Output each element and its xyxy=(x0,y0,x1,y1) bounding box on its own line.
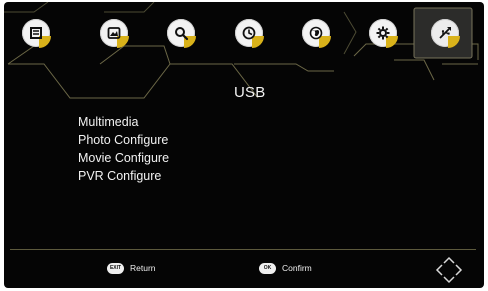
footer-divider xyxy=(10,249,476,250)
confirm-label: Confirm xyxy=(282,263,312,273)
tv-screen: USB Multimedia Photo Configure Movie Con… xyxy=(4,2,484,288)
exit-key-icon: EXIT xyxy=(107,262,124,274)
channel-list-icon[interactable] xyxy=(22,19,51,48)
navigation-arrows-icon xyxy=(435,256,463,284)
picture-icon[interactable] xyxy=(100,19,129,48)
menu-item-multimedia[interactable]: Multimedia xyxy=(78,113,169,131)
search-icon[interactable] xyxy=(167,19,196,48)
clock-icon[interactable] xyxy=(235,19,264,48)
confirm-hint[interactable]: OK Confirm xyxy=(259,260,312,276)
globe-icon[interactable] xyxy=(302,19,331,48)
return-label: Return xyxy=(130,263,156,273)
return-hint[interactable]: EXIT Return xyxy=(107,260,156,276)
menu-item-pvr-configure[interactable]: PVR Configure xyxy=(78,167,169,185)
gear-icon[interactable] xyxy=(369,19,398,48)
menu-item-movie-configure[interactable]: Movie Configure xyxy=(78,149,169,167)
usb-menu-list: Multimedia Photo Configure Movie Configu… xyxy=(78,113,169,185)
usb-icon[interactable] xyxy=(431,19,460,48)
ok-key-icon: OK xyxy=(259,262,276,274)
menu-item-photo-configure[interactable]: Photo Configure xyxy=(78,131,169,149)
page-title: USB xyxy=(234,84,266,101)
